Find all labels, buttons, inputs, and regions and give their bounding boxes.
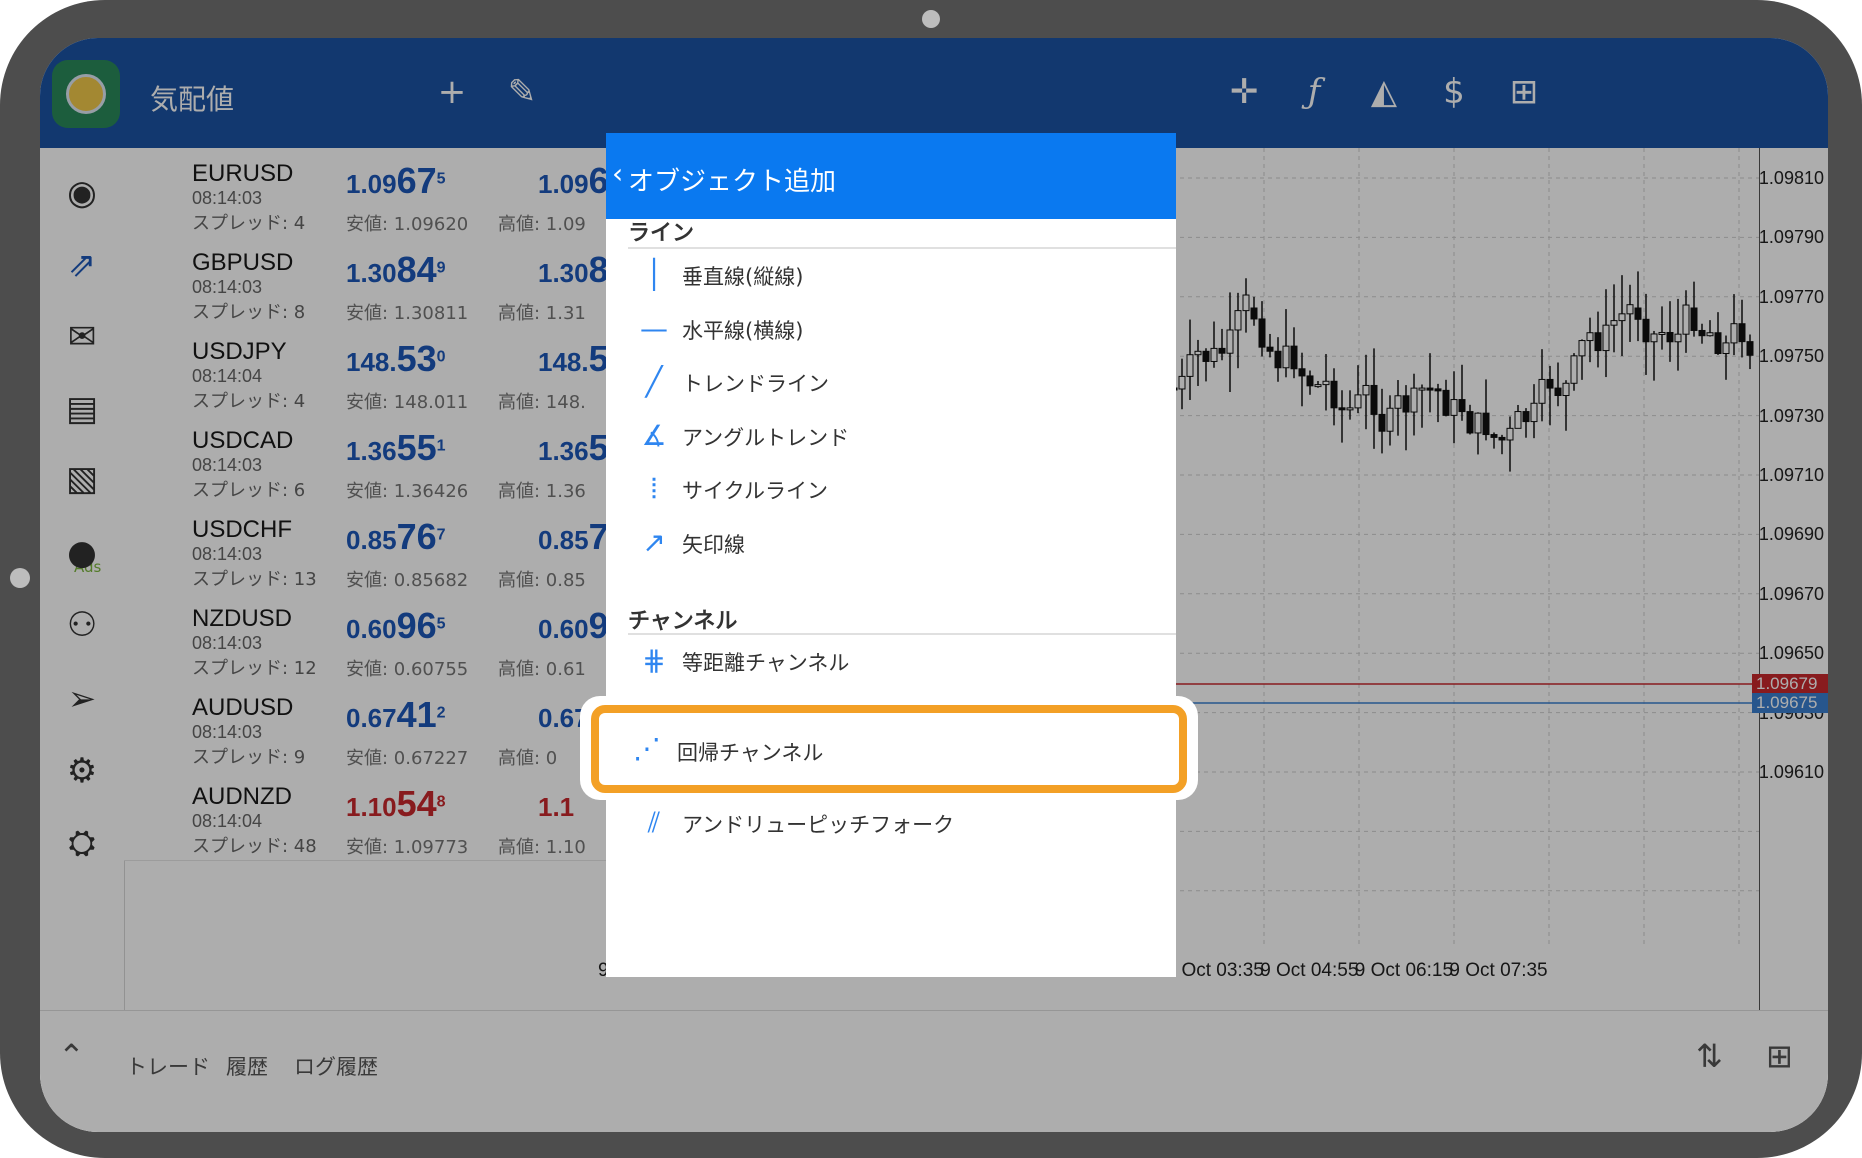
regression-channel-label: 回帰チャンネル: [677, 741, 824, 765]
screen: 気配値 + ✎ ✛ ƒ ◭ $ ⊞ ◉ ⇗ ✉ ▤ ▧ Ads ● ⚇ ➢ ⚙ …: [40, 38, 1828, 1132]
channel-item[interactable]: ⋕ 等距離チャンネル: [628, 637, 1168, 685]
channel-item-label: アンドリューピッチフォーク: [682, 813, 955, 837]
line-item[interactable]: │ 垂直線(縦線): [628, 251, 1168, 299]
section-channels-heading: チャンネル: [628, 609, 738, 634]
line-item-label: 水平線(横線): [682, 319, 804, 343]
side-button: [10, 568, 30, 588]
back-chevron-icon[interactable]: ‹: [612, 157, 623, 190]
channel-item[interactable]: ⫽ アンドリューピッチフォーク: [628, 799, 1168, 847]
line-item-label: 矢印線: [682, 533, 745, 557]
andrews-pitchfork-icon: ⫽: [647, 806, 661, 839]
line-item[interactable]: ∡ アングルトレンド: [628, 412, 1168, 460]
dialog-header: ‹ オブジェクト追加: [606, 133, 1176, 219]
line-item[interactable]: ↗ 矢印線: [628, 519, 1168, 567]
camera-dot: [922, 10, 940, 28]
line-item[interactable]: ╱ トレンドライン: [628, 358, 1168, 406]
trendline-icon: ╱: [645, 365, 663, 398]
highlight-box[interactable]: ⋰ 回帰チャンネル: [591, 705, 1187, 793]
dialog-title: オブジェクト追加: [628, 167, 837, 197]
line-item-label: サイクルライン: [682, 479, 828, 503]
device-frame: 気配値 + ✎ ✛ ƒ ◭ $ ⊞ ◉ ⇗ ✉ ▤ ▧ Ads ● ⚇ ➢ ⚙ …: [0, 0, 1862, 1158]
line-item-label: アングルトレンド: [682, 426, 850, 450]
section-lines-heading: ライン: [628, 221, 695, 246]
cycle-lines-icon: ⦙: [650, 472, 658, 505]
divider: [628, 247, 1176, 249]
equidistant-channel-icon: ⋕: [642, 644, 666, 677]
horizontal-line-icon: —: [640, 312, 668, 345]
line-item-label: 垂直線(縦線): [682, 265, 804, 289]
line-item[interactable]: — 水平線(横線): [628, 305, 1168, 353]
line-item-label: トレンドライン: [682, 372, 829, 396]
arrow-line-icon: ↗: [642, 526, 666, 559]
divider: [628, 633, 1176, 635]
line-item[interactable]: ⦙ サイクルライン: [628, 465, 1168, 513]
vertical-line-icon: │: [645, 258, 663, 291]
add-object-dialog: ‹ オブジェクト追加 ライン │ 垂直線(縦線) — 水平線(横線) ╱ トレンドライン ∡…: [606, 133, 1176, 977]
channel-item-label: 等距離チャンネル: [682, 651, 850, 675]
angle-trend-icon: ∡: [641, 419, 667, 452]
regression-channel-icon: ⋰: [633, 732, 661, 765]
